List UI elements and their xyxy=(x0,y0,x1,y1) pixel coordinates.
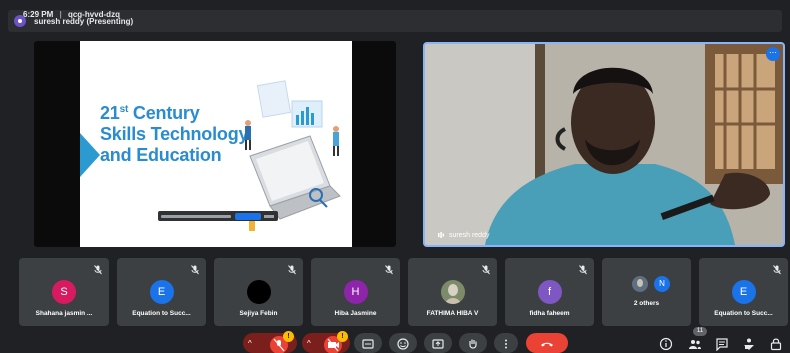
people-count-badge: 11 xyxy=(693,327,707,336)
emoji-icon xyxy=(397,338,409,350)
present-icon xyxy=(432,339,444,349)
mic-off-icon xyxy=(288,265,296,275)
participant-name: FATHIMA HIBA V xyxy=(426,310,479,317)
speaker-video-frame xyxy=(425,44,783,245)
chat-icon[interactable] xyxy=(715,337,729,351)
participant-tile[interactable]: S Shahana jasmin ... xyxy=(19,258,109,326)
meet-window: suresh reddy (Presenting) 21st Century S… xyxy=(0,0,790,353)
more-options-icon xyxy=(505,339,507,349)
mic-off-icon xyxy=(191,265,199,275)
slide-caption-bar xyxy=(158,211,278,221)
mic-off-icon xyxy=(482,265,490,275)
participant-name: Shahana jasmin ... xyxy=(35,310,93,317)
participant-name: Sejiya Febin xyxy=(239,310,278,317)
clock-time: 6:29 PM xyxy=(23,10,54,19)
participant-tile[interactable]: f fidha faheem xyxy=(505,258,594,326)
caption-button xyxy=(235,212,261,220)
speaker-video-tile[interactable]: ⋯ suresh reddy xyxy=(423,42,785,247)
raise-hand-icon xyxy=(469,339,477,349)
slide-chevron-shape xyxy=(80,133,100,177)
participant-tile[interactable]: E Equation to Succ... xyxy=(117,258,206,326)
activities-icon[interactable] xyxy=(742,337,756,351)
mic-off-icon xyxy=(773,265,781,275)
participant-tile[interactable]: H Hiba Jasmine xyxy=(311,258,400,326)
slide-title: 21st Century Skills Technology and Educa… xyxy=(100,103,249,165)
participant-name: Hiba Jasmine xyxy=(334,310,377,317)
slide-content: 21st Century Skills Technology and Educa… xyxy=(80,41,352,247)
end-call-icon xyxy=(541,342,553,347)
participant-name: fidha faheem xyxy=(529,310,570,317)
avatar: H xyxy=(343,280,368,304)
avatar: f xyxy=(537,280,562,304)
mic-off-icon xyxy=(385,265,393,275)
mic-off-icon xyxy=(94,265,102,275)
camera-options-chevron-icon[interactable]: ^ xyxy=(307,339,311,348)
captions-icon xyxy=(362,339,374,349)
audio-waveform-icon xyxy=(438,232,445,238)
participant-name: 2 others xyxy=(633,300,660,307)
avatar: S xyxy=(52,280,76,304)
avatar xyxy=(246,280,271,304)
info-icon[interactable] xyxy=(659,337,673,351)
avatar: N xyxy=(654,276,670,292)
others-photo-avatar xyxy=(632,276,648,292)
participant-name: Equation to Succ... xyxy=(132,310,191,317)
caption-text xyxy=(161,214,231,218)
mic-options-chevron-icon[interactable]: ^ xyxy=(248,339,252,348)
participant-tile[interactable]: FATHIMA HIBA V xyxy=(408,258,497,326)
separator: | xyxy=(59,10,62,19)
mic-warning-badge: ! xyxy=(283,331,294,342)
avatar: E xyxy=(149,280,174,304)
participant-tile[interactable]: E Equation to Succ... xyxy=(699,258,788,326)
participant-name: Equation to Succ... xyxy=(714,310,773,317)
people-icon[interactable] xyxy=(688,337,702,351)
camera-warning-badge: ! xyxy=(337,331,348,342)
meeting-code: qcg-hvvd-dzq xyxy=(67,10,120,19)
participant-tile[interactable]: Sejiya Febin xyxy=(214,258,303,326)
meeting-time-code: 6:29 PM | qcg-hvvd-dzq xyxy=(23,10,120,19)
more-options-button[interactable]: ⋯ xyxy=(766,47,780,61)
speaker-name-label: suresh reddy xyxy=(437,231,489,239)
mic-off-icon xyxy=(579,265,587,275)
avatar: E xyxy=(731,280,756,304)
photo-avatar xyxy=(440,280,465,304)
presenting-banner[interactable]: suresh reddy (Presenting) xyxy=(8,10,782,32)
others-tile[interactable]: N 2 others xyxy=(602,258,691,326)
speaker-name: suresh reddy xyxy=(449,231,490,239)
host-controls-icon[interactable] xyxy=(769,337,783,351)
caption-link xyxy=(264,214,274,218)
